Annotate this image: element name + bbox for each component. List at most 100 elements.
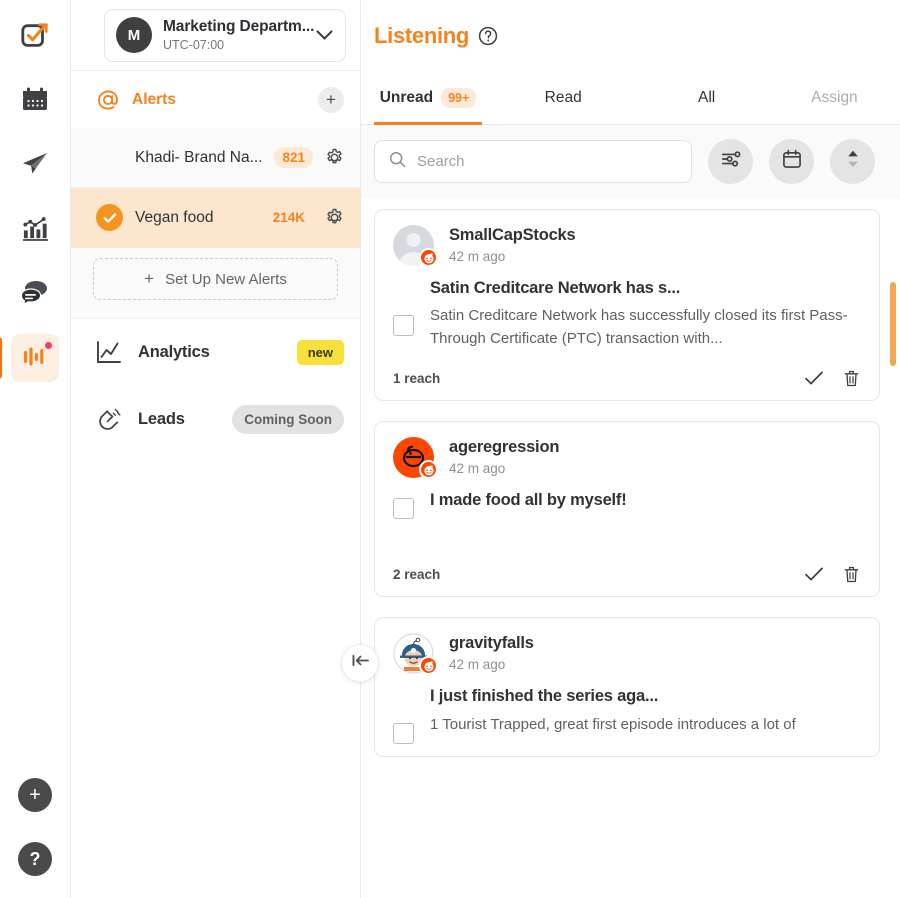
rail-item-listening[interactable]: [0, 334, 59, 382]
main-header: Listening: [361, 0, 900, 72]
calendar-icon: [21, 86, 49, 119]
gear-icon[interactable]: [325, 148, 344, 167]
gear-icon[interactable]: [325, 208, 344, 227]
add-alert-button[interactable]: +: [318, 86, 344, 113]
help-circle-icon[interactable]: [478, 26, 498, 46]
post-actions: [804, 564, 861, 584]
app-root: + ? M Marketing Departm... UTC-07:00 Ale…: [0, 0, 900, 898]
tab-label: Read: [544, 89, 582, 106]
tab-read[interactable]: Read: [482, 72, 644, 124]
alert-row[interactable]: Khadi- Brand Na... 821: [71, 128, 360, 188]
feed-scrollbar-track[interactable]: [890, 0, 898, 898]
plus-icon: +: [144, 269, 155, 288]
rail-item-engage[interactable]: [11, 270, 59, 318]
alert-name: Khadi- Brand Na...: [135, 148, 263, 166]
notification-dot: [43, 340, 54, 351]
post-excerpt: 1 Tourist Trapped, great first episode i…: [430, 715, 796, 733]
org-avatar: M: [116, 17, 152, 53]
post-card[interactable]: SmallCapStocks 42 m ago Satin Creditcare…: [374, 209, 880, 402]
calendar-icon: [781, 148, 803, 175]
org-switcher-wrap: M Marketing Departm... UTC-07:00: [71, 0, 360, 70]
post-checkbox[interactable]: [393, 498, 414, 520]
rail-item-tasks[interactable]: [11, 14, 59, 62]
tab-label: Assign: [811, 89, 858, 106]
avatar: [393, 437, 438, 480]
help-button[interactable]: ?: [18, 842, 52, 876]
post-text: I made food all by myself!: [430, 490, 861, 519]
rail-bottom-group: + ?: [18, 778, 52, 898]
post-username: SmallCapStocks: [449, 226, 576, 244]
sort-button[interactable]: [830, 139, 875, 184]
feed-scrollbar-thumb[interactable]: [890, 282, 896, 366]
post-author-block: ageregression 42 m ago: [449, 437, 559, 476]
post-body: Satin Creditcare Network has s... Satin …: [393, 278, 861, 350]
tab-badge: 99+: [441, 88, 477, 108]
rail-item-publish[interactable]: [11, 142, 59, 190]
setup-new-alerts-button[interactable]: + Set Up New Alerts: [93, 258, 338, 300]
rail-top-group: [0, 0, 59, 398]
search-icon: [389, 151, 406, 173]
date-range-button[interactable]: [769, 139, 814, 184]
search-input[interactable]: [417, 153, 677, 170]
rail-item-analytics[interactable]: [11, 206, 59, 254]
setup-new-alerts-label: Set Up New Alerts: [165, 270, 287, 288]
post-checkbox[interactable]: [393, 723, 414, 745]
rail-item-calendar[interactable]: [11, 78, 59, 126]
post-text: Satin Creditcare Network has s... Satin …: [430, 278, 861, 350]
org-text: Marketing Departm... UTC-07:00: [163, 18, 314, 52]
search-toolbar: [361, 125, 900, 198]
alert-name: Vegan food: [135, 208, 214, 226]
post-reach: 2 reach: [393, 566, 441, 582]
post-timestamp: 42 m ago: [449, 249, 506, 264]
post-card[interactable]: ageregression 42 m ago I made food all b…: [374, 421, 880, 598]
sidebar-item-leads[interactable]: Leads Coming Soon: [71, 386, 360, 453]
post-title: I just finished the series aga...: [430, 687, 659, 706]
chat-bubbles-icon: [20, 278, 50, 311]
primary-nav-rail: + ?: [0, 0, 71, 898]
post-header: gravityfalls 42 m ago: [393, 633, 861, 676]
delete-icon[interactable]: [841, 368, 861, 388]
alert-count: 214K: [272, 210, 305, 225]
tasks-icon: [20, 21, 50, 56]
tab-label: Unread: [379, 89, 434, 106]
avatar: [393, 225, 438, 267]
mark-read-icon[interactable]: [804, 368, 824, 388]
post-author-block: SmallCapStocks 42 m ago: [449, 225, 576, 264]
filter-button[interactable]: [708, 139, 753, 184]
avatar: [393, 633, 438, 676]
page-title: Listening: [374, 23, 470, 48]
new-alert-wrap: + Set Up New Alerts: [71, 248, 360, 319]
reddit-icon: [419, 656, 438, 676]
tab-assign[interactable]: Assign: [769, 72, 900, 124]
post-actions: [804, 368, 861, 388]
chevron-down-icon: [314, 29, 334, 41]
coming-soon-badge: Coming Soon: [232, 405, 344, 434]
post-feed[interactable]: SmallCapStocks 42 m ago Satin Creditcare…: [361, 198, 900, 898]
org-timezone: UTC-07:00: [163, 38, 225, 52]
post-timestamp: 42 m ago: [449, 657, 506, 673]
tab-unread[interactable]: Unread 99+: [374, 72, 482, 125]
search-box[interactable]: [374, 140, 692, 183]
mark-read-icon[interactable]: [804, 564, 824, 584]
post-username: gravityfalls: [449, 634, 534, 653]
org-name: Marketing Departm...: [163, 18, 315, 35]
post-excerpt: Satin Creditcare Network has successfull…: [430, 307, 848, 347]
alerts-title: Alerts: [132, 90, 176, 108]
sidebar-item-analytics[interactable]: Analytics new: [71, 319, 360, 386]
paper-plane-icon: [20, 149, 50, 184]
sidebar-item-label: Analytics: [138, 343, 210, 361]
org-switcher[interactable]: M Marketing Departm... UTC-07:00: [104, 8, 347, 62]
collapse-sidebar-button[interactable]: [341, 644, 379, 682]
post-checkbox[interactable]: [393, 315, 414, 336]
delete-icon[interactable]: [841, 564, 861, 584]
tab-all[interactable]: All: [644, 72, 769, 124]
post-card[interactable]: gravityfalls 42 m ago I just finished th…: [374, 617, 880, 758]
feed-tabs: Unread 99+ Read All Assign: [361, 72, 900, 125]
post-title: I made food all by myself!: [430, 491, 627, 510]
post-body: I just finished the series aga... 1 Tour…: [393, 686, 861, 745]
alert-row-selected[interactable]: Vegan food 214K: [71, 188, 360, 248]
reddit-icon: [419, 460, 438, 480]
collapse-left-icon: [351, 653, 370, 673]
create-button[interactable]: +: [18, 778, 52, 812]
at-mention-icon: [96, 88, 120, 112]
